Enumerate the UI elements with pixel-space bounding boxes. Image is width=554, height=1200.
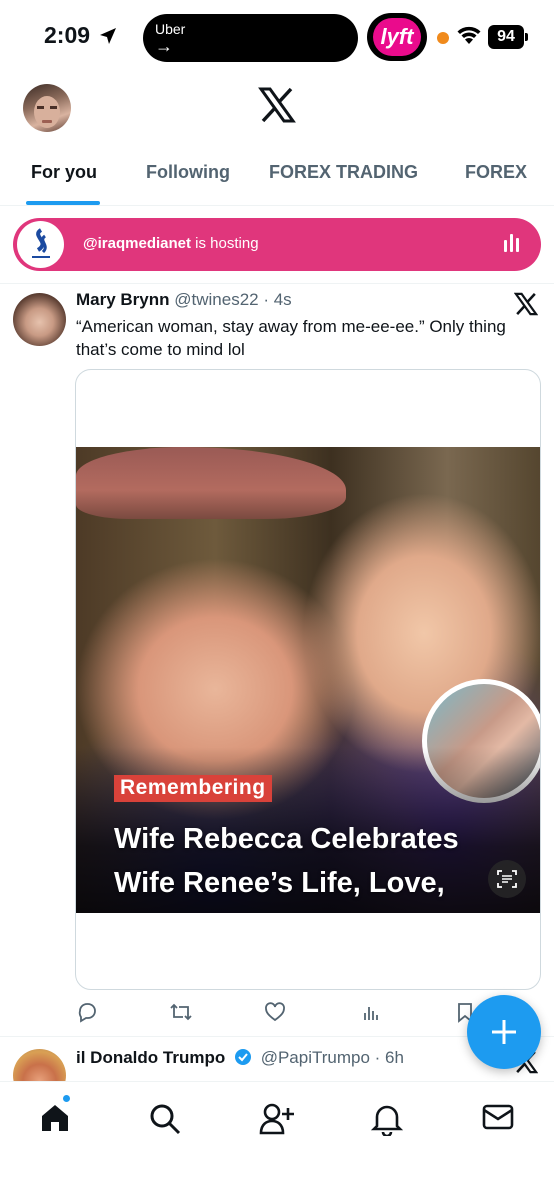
views-icon[interactable]	[360, 1001, 382, 1023]
photo-tag-label: Remembering	[114, 775, 272, 802]
reply-icon[interactable]	[76, 1001, 98, 1023]
tab-following[interactable]: Following	[146, 162, 230, 183]
tweet2-author-name[interactable]: il Donaldo Trumpo	[76, 1048, 225, 1067]
tab-for-you[interactable]: For you	[31, 162, 97, 183]
iraqmedianet-logo-icon	[31, 227, 50, 258]
tweet-author-handle[interactable]: @twines22	[174, 290, 258, 309]
time-text: 2:09	[44, 22, 91, 48]
tweet-author-avatar[interactable]	[13, 293, 66, 346]
tweet-actions	[76, 1001, 476, 1025]
x-logo-icon[interactable]	[258, 86, 296, 124]
avatar-face-icon	[34, 96, 60, 128]
tab-forex-trading[interactable]: FOREX TRADING	[269, 162, 418, 183]
space-host-handle: @iraqmedianet	[83, 235, 191, 252]
space-host-text: @iraqmedianet is hosting	[83, 235, 259, 252]
bottom-nav	[0, 1081, 554, 1200]
home-unread-dot	[62, 1094, 71, 1103]
search-icon[interactable]	[148, 1102, 182, 1136]
retweet-icon[interactable]	[169, 1001, 193, 1023]
space-host-logo	[17, 221, 64, 268]
photo-headline: Wife Rebecca Celebrates Wife Renee’s Lif…	[114, 817, 459, 905]
divider	[0, 283, 554, 284]
lyft-logo: lyft	[373, 18, 421, 56]
uber-arrow-icon: →	[155, 36, 173, 56]
tweet2-author-handle[interactable]: @PapiTrumpo	[261, 1048, 370, 1067]
compose-button[interactable]	[467, 995, 541, 1069]
tweet2-header: il Donaldo Trumpo @PapiTrumpo · 6h	[76, 1048, 404, 1068]
wifi-icon	[457, 26, 481, 44]
tweet-author-name[interactable]: Mary Brynn	[76, 290, 170, 309]
lyft-live-activity[interactable]: lyft	[367, 13, 427, 61]
status-time: 2:09	[44, 22, 118, 49]
audio-bars-icon	[504, 234, 519, 252]
tab-forex[interactable]: FOREX	[465, 162, 527, 183]
status-bar: 2:09 Uber → lyft 94	[0, 0, 554, 76]
profile-avatar[interactable]	[23, 84, 71, 132]
space-hosting-label: is hosting	[191, 235, 259, 252]
location-arrow-icon	[100, 27, 117, 44]
tweet-time: · 4s	[258, 290, 292, 309]
communities-icon[interactable]	[259, 1102, 295, 1136]
plus-icon	[492, 1020, 516, 1044]
tweet-header: Mary Brynn @twines22 · 4s	[76, 290, 292, 310]
home-icon[interactable]	[39, 1102, 71, 1134]
live-text-icon	[497, 870, 517, 888]
tweet2-time: · 6h	[369, 1048, 404, 1067]
messages-icon[interactable]	[481, 1102, 515, 1132]
dynamic-island[interactable]: Uber →	[143, 14, 358, 62]
privacy-indicator-dot	[437, 32, 449, 44]
photo-headline-line1: Wife Rebecca Celebrates	[114, 823, 459, 855]
uber-activity-label: Uber	[155, 21, 186, 37]
photo-cap-shape	[76, 447, 346, 519]
tweet-media-card[interactable]: Remembering Wife Rebecca Celebrates Wife…	[75, 369, 541, 990]
x-badge-icon	[514, 292, 538, 316]
verified-badge-icon	[234, 1049, 251, 1065]
tweet-text: “American woman, stay away from me-ee-ee…	[76, 317, 506, 359]
battery-indicator: 94	[488, 25, 528, 49]
text-scan-button[interactable]	[488, 860, 526, 898]
live-space-banner[interactable]: @iraqmedianet is hosting	[13, 218, 541, 271]
tweet-photo[interactable]: Remembering Wife Rebecca Celebrates Wife…	[76, 447, 540, 913]
photo-headline-line2: Wife Renee’s Life, Love,	[114, 867, 445, 899]
timeline-tabs: For you Following FOREX TRADING FOREX	[0, 150, 554, 206]
notifications-icon[interactable]	[371, 1102, 403, 1136]
active-tab-indicator	[26, 201, 100, 205]
like-icon[interactable]	[264, 1001, 286, 1023]
